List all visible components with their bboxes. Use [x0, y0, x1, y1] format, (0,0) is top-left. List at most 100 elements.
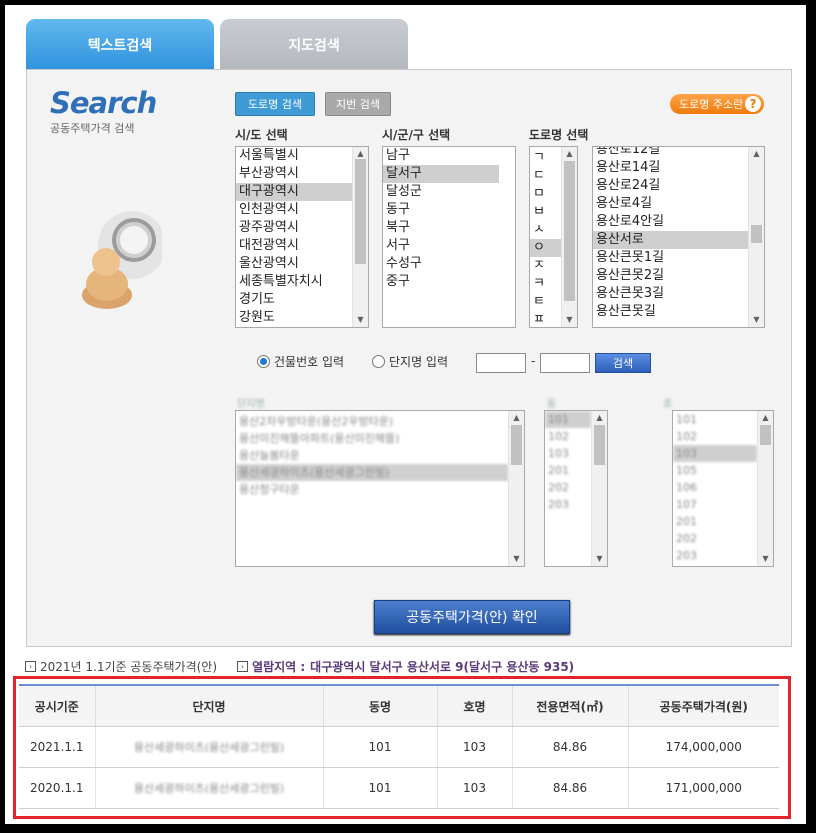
list-item[interactable]: 용산큰못1길: [593, 249, 748, 267]
ho-listbox[interactable]: 101102103105106107201202203205206▲▼: [672, 410, 774, 567]
list-item[interactable]: 달성군: [383, 183, 499, 201]
list-item[interactable]: 201: [673, 513, 757, 530]
building-no-search-button[interactable]: 검색: [595, 353, 651, 373]
list-item[interactable]: 용산로12길: [593, 147, 748, 159]
list-item[interactable]: 202: [673, 530, 757, 547]
scroll-thumb[interactable]: [564, 161, 575, 301]
list-item[interactable]: 대전광역시: [236, 237, 352, 255]
list-item[interactable]: ㅈ: [530, 257, 561, 275]
list-item[interactable]: 203: [545, 496, 591, 513]
list-item[interactable]: 용산미진해뜰아파트(용산미진해뜰): [236, 430, 508, 447]
list-item[interactable]: 세종특별자치시: [236, 273, 352, 291]
scroll-down-arrow-icon[interactable]: ▼: [592, 552, 607, 566]
scroll-up-arrow-icon[interactable]: ▲: [562, 147, 577, 161]
scroll-thumb[interactable]: [594, 425, 605, 465]
tab-map-search[interactable]: 지도검색: [220, 19, 408, 70]
list-item[interactable]: ㄷ: [530, 167, 561, 185]
list-item[interactable]: 강원도: [236, 309, 352, 327]
radio-button[interactable]: [372, 355, 385, 368]
list-item[interactable]: 201: [545, 462, 591, 479]
sido-listbox[interactable]: 서울특별시 부산광역시 대구광역시 인천광역시 광주광역시 대전광역시 울산광역시 세종특별자…: [235, 146, 369, 328]
list-item[interactable]: 중구: [383, 273, 499, 291]
scroll-up-arrow-icon[interactable]: ▲: [592, 411, 607, 425]
vertical-scrollbar[interactable]: ▲ ▼: [508, 411, 524, 566]
tab-text-search[interactable]: 텍스트검색: [26, 19, 214, 70]
list-item[interactable]: 용산서로: [593, 231, 748, 249]
vertical-scrollbar[interactable]: ▲ ▼: [748, 147, 764, 327]
road-name-search-button[interactable]: 도로명 검색: [235, 92, 315, 116]
building-no-end-input[interactable]: [540, 353, 590, 373]
list-item[interactable]: 101: [545, 411, 591, 428]
scroll-thumb[interactable]: [511, 425, 522, 465]
list-item[interactable]: 광주광역시: [236, 219, 352, 237]
scroll-up-arrow-icon[interactable]: ▲: [749, 147, 764, 161]
scroll-down-arrow-icon[interactable]: ▼: [509, 552, 524, 566]
road-name-listbox[interactable]: 용산로12길 용산로14길 용산로24길 용산로4길 용산로4안길 용산서로 용산큰못1길 용…: [592, 146, 765, 328]
list-item[interactable]: 경기도: [236, 291, 352, 309]
road-address-guide-button[interactable]: 도로명 주소란 ?: [670, 94, 764, 114]
scroll-down-arrow-icon[interactable]: ▼: [353, 313, 368, 327]
confirm-price-button[interactable]: 공동주택가격(안) 확인: [374, 600, 570, 634]
list-item[interactable]: ㄱ: [530, 149, 561, 167]
scroll-down-arrow-icon[interactable]: ▼: [562, 313, 577, 327]
list-item[interactable]: 102: [545, 428, 591, 445]
list-item[interactable]: 101: [673, 411, 757, 428]
list-item[interactable]: ㅇ: [530, 239, 561, 257]
radio-building-no[interactable]: 건물번호 입력: [257, 353, 344, 370]
complex-listbox[interactable]: 용산2차우방타운(용산2우방타운) 용산미진해뜰아파트(용산미진해뜰) 용산늘봄타운…: [235, 410, 525, 567]
list-item[interactable]: ㅅ: [530, 221, 561, 239]
dong-listbox[interactable]: 101 102 103 201 202 203 ▲ ▼: [544, 410, 608, 567]
scroll-thumb[interactable]: [760, 425, 771, 445]
list-item[interactable]: 남구: [383, 147, 499, 165]
scroll-thumb[interactable]: [355, 159, 366, 264]
sigungu-listbox[interactable]: 남구 달서구 달성군 동구 북구 서구 수성구 중구: [382, 146, 516, 328]
list-item[interactable]: ㅁ: [530, 185, 561, 203]
list-item[interactable]: 103: [545, 445, 591, 462]
list-item[interactable]: ㅂ: [530, 203, 561, 221]
scroll-down-arrow-icon[interactable]: ▼: [758, 552, 773, 566]
vertical-scrollbar[interactable]: ▲ ▼: [591, 411, 607, 566]
scroll-up-arrow-icon[interactable]: ▲: [509, 411, 524, 425]
building-no-start-input[interactable]: [476, 353, 526, 373]
lot-number-search-button[interactable]: 지번 검색: [325, 92, 391, 116]
list-item[interactable]: 203: [673, 547, 757, 564]
list-item[interactable]: 용산로4길: [593, 195, 748, 213]
list-item[interactable]: 106: [673, 479, 757, 496]
list-item[interactable]: 부산광역시: [236, 165, 352, 183]
list-item[interactable]: 103: [673, 445, 757, 462]
list-item[interactable]: 울산광역시: [236, 255, 352, 273]
list-item[interactable]: 수성구: [383, 255, 499, 273]
list-item[interactable]: 용산청구타운: [236, 481, 508, 498]
radio-complex-name[interactable]: 단지명 입력: [372, 353, 448, 370]
radio-button[interactable]: [257, 355, 270, 368]
list-item[interactable]: 북구: [383, 219, 499, 237]
scroll-down-arrow-icon[interactable]: ▼: [749, 313, 764, 327]
list-item[interactable]: ㅋ: [530, 275, 561, 293]
list-item[interactable]: 달서구: [383, 165, 499, 183]
list-item[interactable]: 동구: [383, 201, 499, 219]
scroll-up-arrow-icon[interactable]: ▲: [758, 411, 773, 425]
list-item[interactable]: 서울특별시: [236, 147, 352, 165]
vertical-scrollbar[interactable]: ▲ ▼: [352, 147, 368, 327]
road-initial-listbox[interactable]: ㄱㄷㅁㅂㅅㅇㅈㅋㅌㅍ ▲ ▼: [529, 146, 578, 328]
list-item[interactable]: 서구: [383, 237, 499, 255]
list-item[interactable]: 102: [673, 428, 757, 445]
list-item[interactable]: 107: [673, 496, 757, 513]
list-item[interactable]: 용산큰못2길: [593, 267, 748, 285]
list-item[interactable]: 용산늘봄타운: [236, 447, 508, 464]
list-item[interactable]: 인천광역시: [236, 201, 352, 219]
list-item[interactable]: 105: [673, 462, 757, 479]
list-item[interactable]: 205: [673, 564, 757, 566]
list-item[interactable]: 용산큰못길: [593, 303, 748, 321]
list-item[interactable]: 용산2차우방타운(용산2우방타운): [236, 413, 508, 430]
list-item[interactable]: 대구광역시: [236, 183, 352, 201]
vertical-scrollbar[interactable]: ▲ ▼: [757, 411, 773, 566]
list-item[interactable]: 용산로4안길: [593, 213, 748, 231]
list-item[interactable]: 용산큰못3길: [593, 285, 748, 303]
list-item[interactable]: 용산로24길: [593, 177, 748, 195]
list-item[interactable]: 202: [545, 479, 591, 496]
list-item[interactable]: ㅍ: [530, 311, 561, 327]
vertical-scrollbar[interactable]: ▲ ▼: [561, 147, 577, 327]
scroll-thumb[interactable]: [751, 225, 762, 243]
list-item[interactable]: 용산세광하이츠(용산세광그린빌): [236, 464, 508, 481]
